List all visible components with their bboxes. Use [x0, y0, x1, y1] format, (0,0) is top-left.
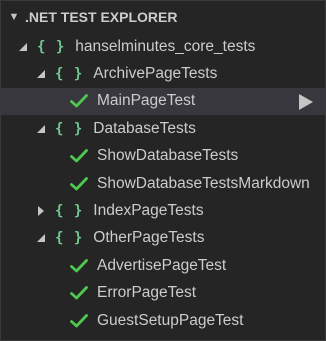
tree-item-database-tests[interactable]: { } DatabaseTests — [1, 115, 325, 142]
class-brace-icon: { } — [55, 66, 84, 83]
panel-header[interactable]: ▼ .NET TEST EXPLORER — [1, 1, 325, 33]
panel-title: .NET TEST EXPLORER — [25, 9, 178, 25]
test-item-error-page-test[interactable]: ErrorPageTest — [1, 280, 325, 307]
test-label: GuestSetupPageTest — [97, 311, 244, 329]
test-label: ShowDatabaseTestsMarkdown — [97, 174, 310, 192]
test-label: MainPageTest — [97, 92, 196, 110]
expand-arrow-icon[interactable] — [36, 123, 48, 135]
test-tree: { } hanselminutes_core_tests { } Archive… — [1, 33, 325, 334]
expand-arrow-icon[interactable] — [36, 232, 48, 244]
test-item-main-page-test[interactable]: MainPageTest — [1, 87, 325, 116]
check-icon — [70, 286, 88, 300]
test-label: ErrorPageTest — [97, 284, 197, 302]
tree-item-root[interactable]: { } hanselminutes_core_tests — [1, 33, 325, 60]
tree-item-label: hanselminutes_core_tests — [75, 37, 256, 55]
check-icon — [70, 149, 88, 163]
test-explorer-panel: ▼ .NET TEST EXPLORER { } hanselminutes_c… — [0, 0, 326, 341]
test-item-advertise-page-test[interactable]: AdvertisePageTest — [1, 252, 325, 279]
expand-arrow-icon[interactable] — [18, 41, 30, 53]
tree-item-index-page-tests[interactable]: { } IndexPageTests — [1, 197, 325, 224]
run-test-play-icon[interactable] — [299, 93, 313, 110]
test-item-show-database-tests[interactable]: ShowDatabaseTests — [1, 143, 325, 170]
test-item-guest-setup-page-test[interactable]: GuestSetupPageTest — [1, 307, 325, 334]
expand-arrow-icon[interactable] — [36, 68, 48, 80]
check-icon — [70, 176, 88, 191]
tree-item-label: OtherPageTests — [93, 229, 205, 247]
class-brace-icon: { } — [55, 203, 84, 220]
tree-item-other-page-tests[interactable]: { } OtherPageTests — [1, 225, 325, 252]
test-label: AdvertisePageTest — [97, 256, 227, 274]
tree-item-label: ArchivePageTests — [93, 65, 218, 83]
test-item-show-database-tests-markdown[interactable]: ShowDatabaseTestsMarkdown — [1, 170, 325, 197]
tree-item-archive-page-tests[interactable]: { } ArchivePageTests — [1, 60, 325, 87]
namespace-brace-icon: { } — [37, 38, 66, 55]
class-brace-icon: { } — [55, 120, 84, 137]
chevron-down-icon[interactable]: ▼ — [7, 11, 21, 23]
check-icon — [70, 313, 88, 327]
check-icon — [70, 258, 88, 273]
test-label: ShowDatabaseTests — [97, 147, 239, 165]
collapse-arrow-icon[interactable] — [36, 205, 48, 217]
check-icon — [70, 94, 88, 108]
tree-item-label: IndexPageTests — [93, 202, 204, 220]
class-brace-icon: { } — [55, 230, 84, 247]
tree-item-label: DatabaseTests — [93, 119, 196, 137]
